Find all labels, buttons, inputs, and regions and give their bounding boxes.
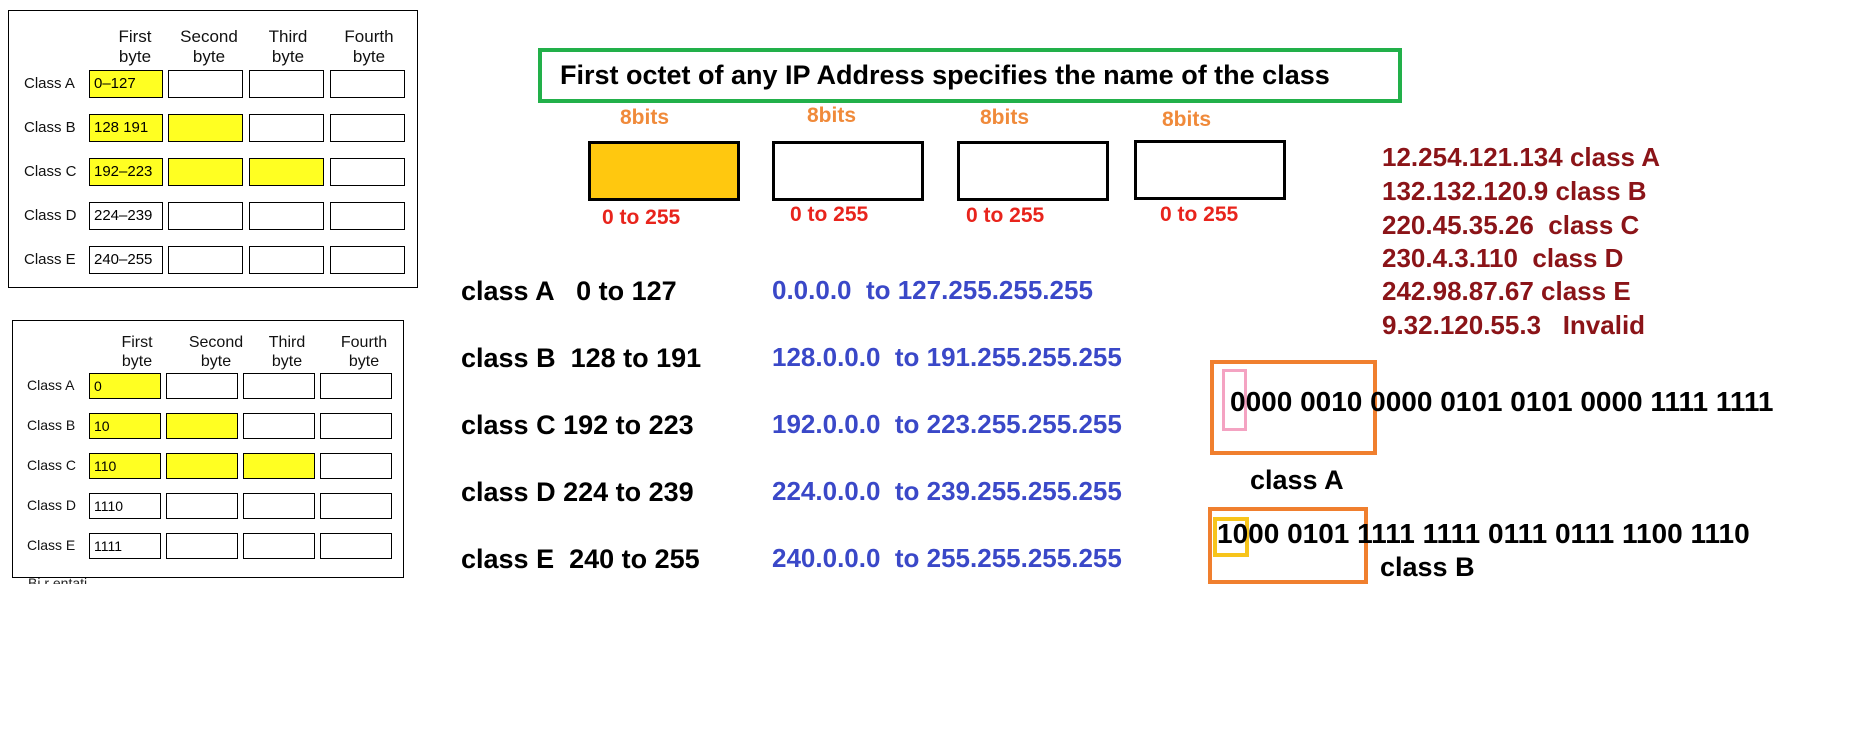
byte-cell bbox=[168, 114, 243, 142]
first-byte-cell: 240–255 bbox=[89, 246, 163, 274]
class-table-2: First byte Second byte Third byte Fourth… bbox=[12, 320, 404, 578]
byte-cell bbox=[320, 533, 392, 559]
octet-bits-label: 8bits bbox=[620, 106, 670, 129]
first-byte-cell: 224–239 bbox=[89, 202, 163, 230]
binary-address-1: 0000 0010 0000 0101 0101 0000 1111 1111 bbox=[1230, 386, 1774, 417]
header-first-byte: First byte bbox=[118, 27, 152, 66]
class-table-1: First byte Second byte Third byte Fourth… bbox=[8, 10, 418, 288]
byte-cell bbox=[330, 70, 405, 98]
byte-cell bbox=[243, 413, 315, 439]
class-b-ip-range: 128.0.0.0 to 191.255.255.255 bbox=[772, 342, 1122, 372]
class-a-ip-range: 0.0.0.0 to 127.255.255.255 bbox=[772, 275, 1093, 305]
header-third-byte: Third byte bbox=[268, 27, 308, 66]
octet-range-label: 0 to 255 bbox=[1160, 203, 1239, 226]
header-fourth-byte: Fourth byte bbox=[344, 27, 394, 66]
third-octet-box bbox=[957, 141, 1109, 201]
header-fourth-byte: Fourth byte bbox=[340, 334, 388, 370]
byte-cell bbox=[166, 413, 238, 439]
first-byte-cell: 128 191 bbox=[89, 114, 163, 142]
byte-cell bbox=[330, 202, 405, 230]
first-byte-cell: 1111 bbox=[89, 533, 161, 559]
row-label: Class C bbox=[27, 457, 77, 473]
row-label: Class B bbox=[24, 119, 76, 136]
first-byte-cell: 110 bbox=[89, 453, 161, 479]
example-ip: 220.45.35.26 class C bbox=[1382, 210, 1640, 240]
byte-cell bbox=[243, 373, 315, 399]
row-label: Class A bbox=[24, 75, 75, 92]
fourth-octet-box bbox=[1134, 140, 1286, 200]
byte-cell bbox=[243, 493, 315, 519]
byte-cell bbox=[330, 158, 405, 186]
header-second-byte: Second byte bbox=[180, 27, 238, 66]
byte-cell bbox=[243, 533, 315, 559]
class-d-name: class D 224 to 239 bbox=[461, 477, 694, 507]
binary-class-label-1: class A bbox=[1250, 465, 1344, 495]
example-ip: 12.254.121.134 class A bbox=[1382, 142, 1661, 172]
byte-cell bbox=[249, 70, 324, 98]
octet-range-label: 0 to 255 bbox=[602, 206, 681, 229]
row-label: Class B bbox=[27, 417, 76, 433]
first-byte-cell: 10 bbox=[89, 413, 161, 439]
byte-cell bbox=[249, 202, 324, 230]
byte-cell bbox=[166, 493, 238, 519]
class-d-ip-range: 224.0.0.0 to 239.255.255.255 bbox=[772, 476, 1122, 506]
byte-cell bbox=[320, 453, 392, 479]
byte-cell bbox=[166, 373, 238, 399]
cut-off-caption: Bi r entati bbox=[28, 575, 88, 584]
octet-bits-label: 8bits bbox=[1162, 108, 1212, 131]
class-c-ip-range: 192.0.0.0 to 223.255.255.255 bbox=[772, 409, 1122, 439]
octet-range-label: 0 to 255 bbox=[966, 204, 1045, 227]
byte-cell bbox=[249, 158, 324, 186]
byte-cell bbox=[168, 70, 243, 98]
first-octet-box bbox=[588, 141, 740, 201]
byte-cell bbox=[168, 246, 243, 274]
row-label: Class D bbox=[27, 497, 77, 513]
byte-cell bbox=[320, 493, 392, 519]
class-a-name: class A 0 to 127 bbox=[461, 276, 677, 306]
class-e-ip-range: 240.0.0.0 to 255.255.255.255 bbox=[772, 543, 1122, 573]
first-byte-cell: 0 bbox=[89, 373, 161, 399]
octet-range-label: 0 to 255 bbox=[790, 203, 869, 226]
example-ip: 242.98.87.67 class E bbox=[1382, 276, 1631, 306]
class-e-name: class E 240 to 255 bbox=[461, 544, 700, 574]
binary-class-label-2: class B bbox=[1380, 552, 1475, 582]
row-label: Class E bbox=[24, 251, 76, 268]
class-c-name: class C 192 to 223 bbox=[461, 410, 694, 440]
byte-cell bbox=[320, 373, 392, 399]
octet-bits-label: 8bits bbox=[807, 104, 857, 127]
header-first-byte: First byte bbox=[121, 334, 153, 370]
header-third-byte: Third byte bbox=[268, 334, 306, 370]
row-label: Class D bbox=[24, 207, 77, 224]
byte-cell bbox=[249, 114, 324, 142]
first-byte-cell: 192–223 bbox=[89, 158, 163, 186]
byte-cell bbox=[330, 114, 405, 142]
example-ip: 230.4.3.110 class D bbox=[1382, 243, 1624, 273]
example-ip: 9.32.120.55.3 Invalid bbox=[1382, 310, 1646, 340]
byte-cell bbox=[166, 453, 238, 479]
example-ip: 132.132.120.9 class B bbox=[1382, 176, 1647, 206]
byte-cell bbox=[330, 246, 405, 274]
binary-address-2: 1000 0101 1111 1111 0111 0111 1100 1110 bbox=[1217, 518, 1750, 549]
octet-bits-label: 8bits bbox=[980, 106, 1030, 129]
header-second-byte: Second byte bbox=[188, 334, 244, 370]
row-label: Class C bbox=[24, 163, 77, 180]
byte-cell bbox=[243, 453, 315, 479]
first-byte-cell: 1110 bbox=[89, 493, 161, 519]
first-byte-cell: 0–127 bbox=[89, 70, 163, 98]
byte-cell bbox=[166, 533, 238, 559]
byte-cell bbox=[168, 202, 243, 230]
byte-cell bbox=[249, 246, 324, 274]
diagram-title: First octet of any IP Address specifies … bbox=[538, 48, 1402, 103]
row-label: Class A bbox=[27, 377, 75, 393]
row-label: Class E bbox=[27, 537, 76, 553]
byte-cell bbox=[168, 158, 243, 186]
byte-cell bbox=[320, 413, 392, 439]
class-b-name: class B 128 to 191 bbox=[461, 343, 702, 373]
second-octet-box bbox=[772, 141, 924, 201]
